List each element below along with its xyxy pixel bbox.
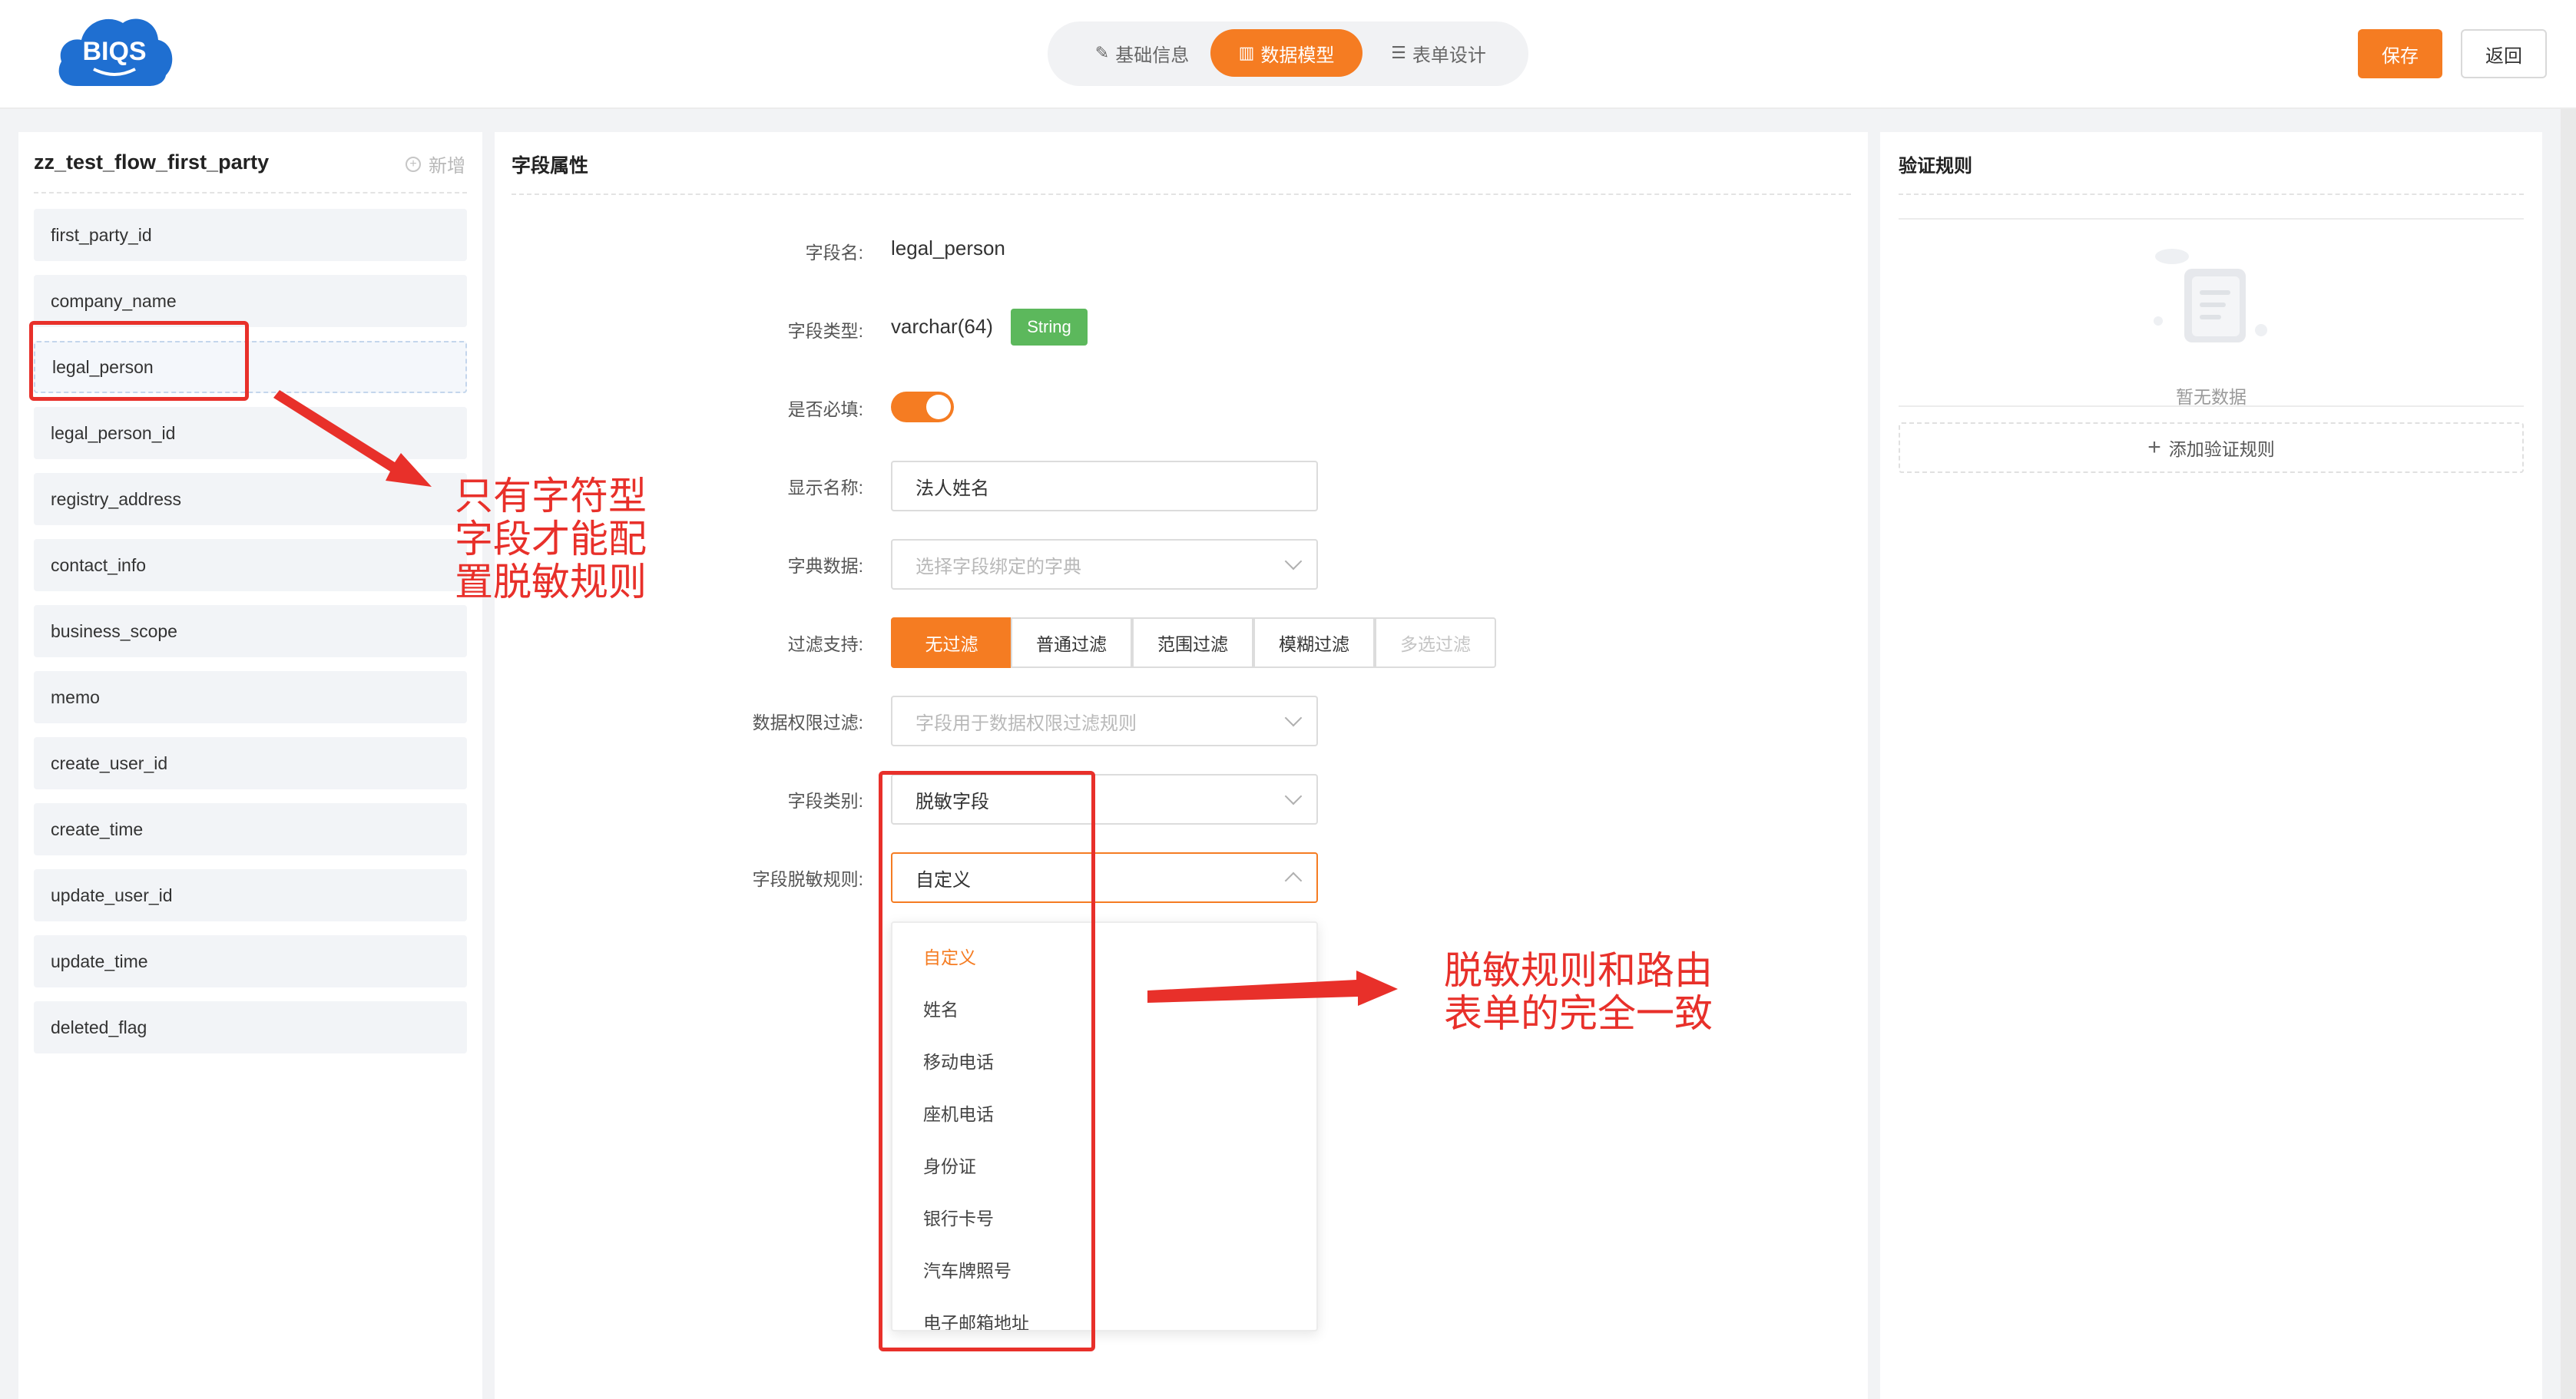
plus-icon: +	[2147, 435, 2161, 460]
empty-text: 暂无数据	[2176, 387, 2247, 407]
filter-option-range[interactable]: 范围过滤	[1132, 617, 1253, 668]
field-item[interactable]: legal_person_id	[34, 407, 467, 459]
filter-option-fuzzy[interactable]: 模糊过滤	[1253, 617, 1375, 668]
field-item[interactable]: company_name	[34, 275, 467, 327]
field-item[interactable]: create_user_id	[34, 737, 467, 789]
tab-basic-info[interactable]: ✎ 基础信息	[1069, 29, 1215, 77]
divider	[1899, 193, 2524, 195]
annotation-line: 脱敏规则和路由	[1444, 948, 1713, 993]
filter-option-none[interactable]: 无过滤	[891, 617, 1012, 668]
field-item[interactable]: business_scope	[34, 605, 467, 657]
step-tabs: ✎ 基础信息 ▥ 数据模型 ☰ 表单设计	[1048, 21, 1528, 86]
back-button[interactable]: 返回	[2461, 29, 2547, 78]
annotation-box-dropdown	[879, 771, 1095, 1351]
chevron-up-icon	[1284, 871, 1303, 890]
divider	[34, 192, 467, 193]
dict-placeholder: 选择字段绑定的字典	[916, 556, 1081, 577]
mask-rule-label: 字段脱敏规则:	[752, 869, 863, 889]
save-button[interactable]: 保存	[2358, 29, 2442, 78]
divider	[1899, 218, 2524, 220]
panel-title: 字段属性	[512, 155, 589, 177]
required-toggle[interactable]	[891, 392, 954, 422]
toggle-knob	[926, 395, 951, 419]
empty-data-icon	[2154, 249, 2267, 342]
tab-form-design[interactable]: ☰ 表单设计	[1366, 29, 1511, 77]
plus-circle-icon: +	[406, 156, 421, 172]
perm-filter-placeholder: 字段用于数据权限过滤规则	[916, 713, 1137, 734]
doc-list-icon: ☰	[1391, 43, 1406, 62]
perm-filter-select[interactable]: 字段用于数据权限过滤规则	[891, 696, 1318, 746]
bar-chart-icon: ▥	[1238, 43, 1255, 62]
divider	[512, 193, 1851, 195]
tab-label: 数据模型	[1260, 45, 1335, 66]
tab-label: 基础信息	[1115, 45, 1190, 66]
panel-title: 验证规则	[1899, 156, 1972, 177]
chevron-down-icon	[1284, 552, 1303, 571]
tab-data-model[interactable]: ▥ 数据模型	[1210, 29, 1362, 77]
field-type-label: 字段类型:	[787, 321, 863, 341]
required-label: 是否必填:	[787, 399, 863, 419]
filter-option-normal[interactable]: 普通过滤	[1011, 617, 1132, 668]
logo-text: BIQS	[82, 37, 146, 66]
tab-label: 表单设计	[1412, 45, 1486, 66]
chevron-down-icon	[1284, 787, 1303, 805]
string-type-tag: String	[1011, 309, 1088, 346]
add-field-label: 新增	[429, 156, 465, 177]
field-item[interactable]: deleted_flag	[34, 1001, 467, 1053]
add-rule-label: 添加验证规则	[2168, 439, 2275, 459]
field-item[interactable]: first_party_id	[34, 209, 467, 261]
annotation-line: 只有字符型	[455, 474, 647, 518]
top-header: BIQS ✎ 基础信息 ▥ 数据模型 ☰ 表单设计 保存 返回	[0, 0, 2576, 109]
field-item[interactable]: update_user_id	[34, 869, 467, 921]
field-item[interactable]: update_time	[34, 935, 467, 987]
field-name-value: legal_person	[891, 236, 1005, 260]
divider	[1899, 405, 2524, 407]
annotation-note-1: 只有字符型 字段才能配 置脱敏规则	[455, 475, 647, 604]
chevron-down-icon	[1284, 709, 1303, 727]
add-validation-rule-button[interactable]: + 添加验证规则	[1899, 422, 2524, 473]
page-scrollbar[interactable]	[2561, 109, 2576, 1399]
perm-filter-label: 数据权限过滤:	[752, 713, 863, 733]
display-name-input[interactable]: 法人姓名	[891, 461, 1318, 511]
field-item[interactable]: contact_info	[34, 539, 467, 591]
doc-edit-icon: ✎	[1094, 43, 1110, 62]
validation-rules-panel: 验证规则 暂无数据 + 添加验证规则	[1880, 132, 2542, 1399]
field-item[interactable]: registry_address	[34, 473, 467, 525]
table-name-title: zz_test_flow_first_party	[34, 150, 270, 174]
field-item[interactable]: create_time	[34, 803, 467, 855]
annotation-line: 表单的完全一致	[1444, 991, 1713, 1036]
field-properties-panel: 字段属性 字段名: legal_person 字段类型: varchar(64)…	[495, 132, 1868, 1399]
filter-option-multi: 多选过滤	[1375, 617, 1496, 668]
annotation-line: 字段才能配	[455, 517, 647, 561]
add-field-button[interactable]: + 新增	[406, 150, 465, 177]
annotation-note-2: 脱敏规则和路由 表单的完全一致	[1444, 949, 1713, 1035]
field-name-label: 字段名:	[805, 243, 863, 263]
filter-label: 过滤支持:	[787, 634, 863, 654]
category-label: 字段类别:	[787, 791, 863, 811]
field-item[interactable]: memo	[34, 671, 467, 723]
annotation-line: 置脱敏规则	[455, 560, 647, 604]
biqs-logo[interactable]: BIQS	[54, 9, 175, 95]
field-type-value: varchar(64)	[891, 315, 993, 338]
annotation-box-field	[29, 321, 249, 401]
dict-select[interactable]: 选择字段绑定的字典	[891, 539, 1318, 590]
